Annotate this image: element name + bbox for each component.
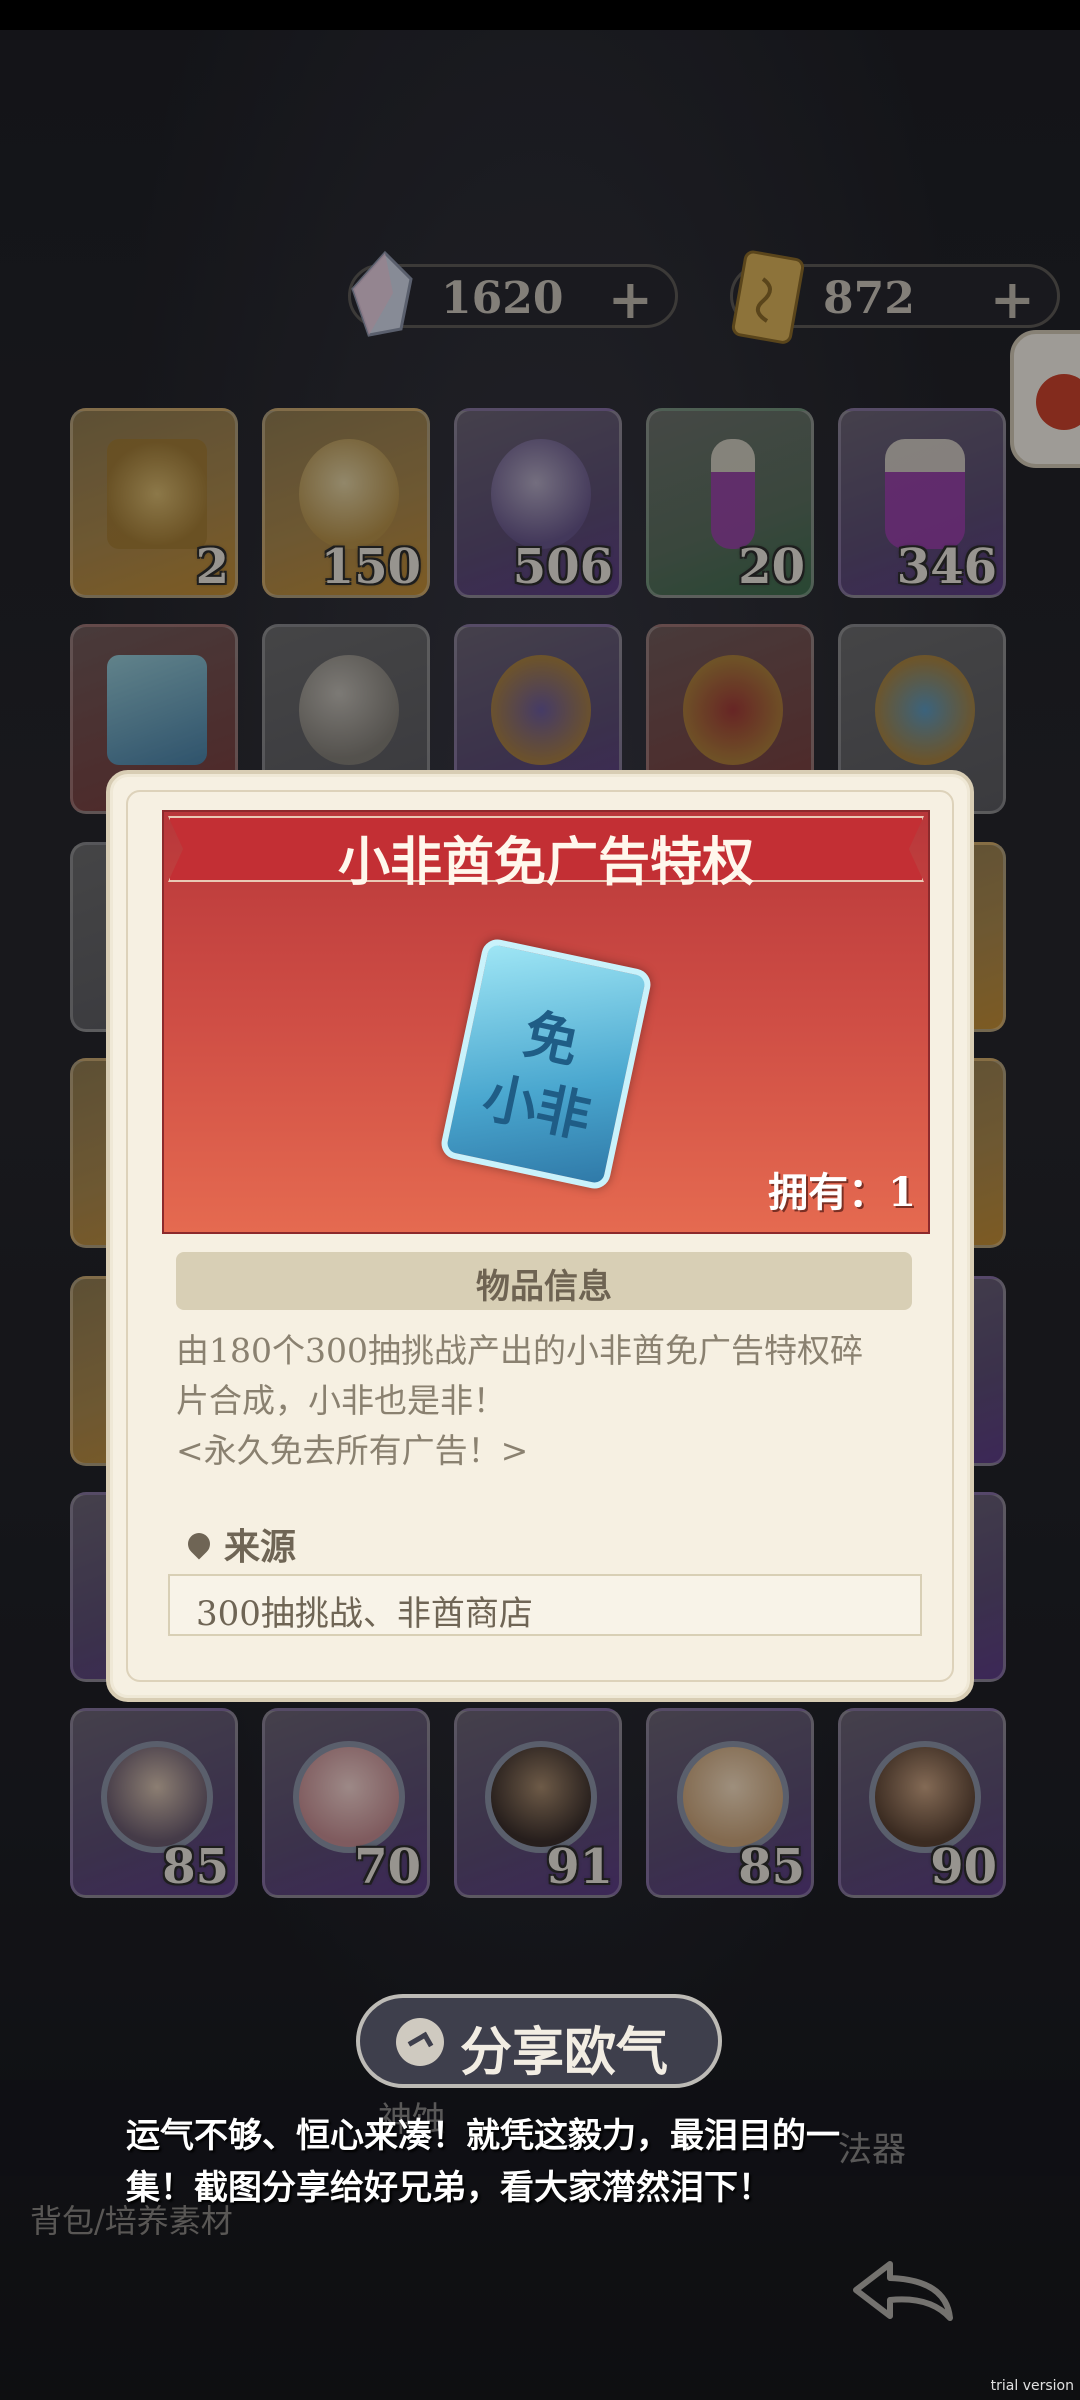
item-title: 小非酋免广告特权 — [337, 832, 754, 893]
share-button[interactable]: 分享欧气 — [356, 1994, 722, 2088]
ad-free-ticket-icon: 免 小非 — [438, 936, 654, 1192]
item-description: 由180个300抽挑战产出的小非酋免广告特权碎 片合成，小非也是非！ <永久免去… — [176, 1326, 916, 1476]
description-line: 由180个300抽挑战产出的小非酋免广告特权碎 — [176, 1331, 863, 1370]
share-caption-line: 集！截图分享给好兄弟，看大家潸然泪下！ — [126, 2168, 772, 2208]
share-caption-line: 运气不够、恒心来凑！就凭这毅力，最泪目的一 — [126, 2116, 840, 2156]
source-box: 300抽挑战、非酋商店 — [168, 1574, 922, 1636]
status-bar — [0, 0, 1080, 30]
share-arrow-icon — [396, 2018, 444, 2066]
share-caption: 运气不够、恒心来凑！就凭这毅力，最泪目的一 集！截图分享给好兄弟，看大家潸然泪下… — [126, 2110, 976, 2214]
description-line: <永久免去所有广告！> — [176, 1431, 529, 1470]
back-arrow-icon[interactable] — [850, 2256, 960, 2326]
source-label: 来源 — [224, 1526, 297, 1568]
item-info-title: 物品信息 — [476, 1267, 612, 1307]
description-line: 片合成，小非也是非！ — [176, 1381, 506, 1420]
owned-count: 拥有：1 — [768, 1169, 916, 1216]
location-pin-icon — [183, 1528, 215, 1560]
item-info-header: 物品信息 — [176, 1252, 912, 1310]
source-value: 300抽挑战、非酋商店 — [196, 1594, 533, 1634]
item-detail-popup: 小非酋免广告特权 免 小非 拥有：1 物品信息 由180个300抽挑战产出的小非… — [106, 770, 974, 1702]
watermark-text: trial version — [990, 2378, 1074, 2394]
item-hero-banner: 小非酋免广告特权 免 小非 拥有：1 — [162, 810, 930, 1234]
source-heading: 来源 — [183, 1518, 297, 1570]
share-button-label: 分享欧气 — [460, 2022, 669, 2083]
